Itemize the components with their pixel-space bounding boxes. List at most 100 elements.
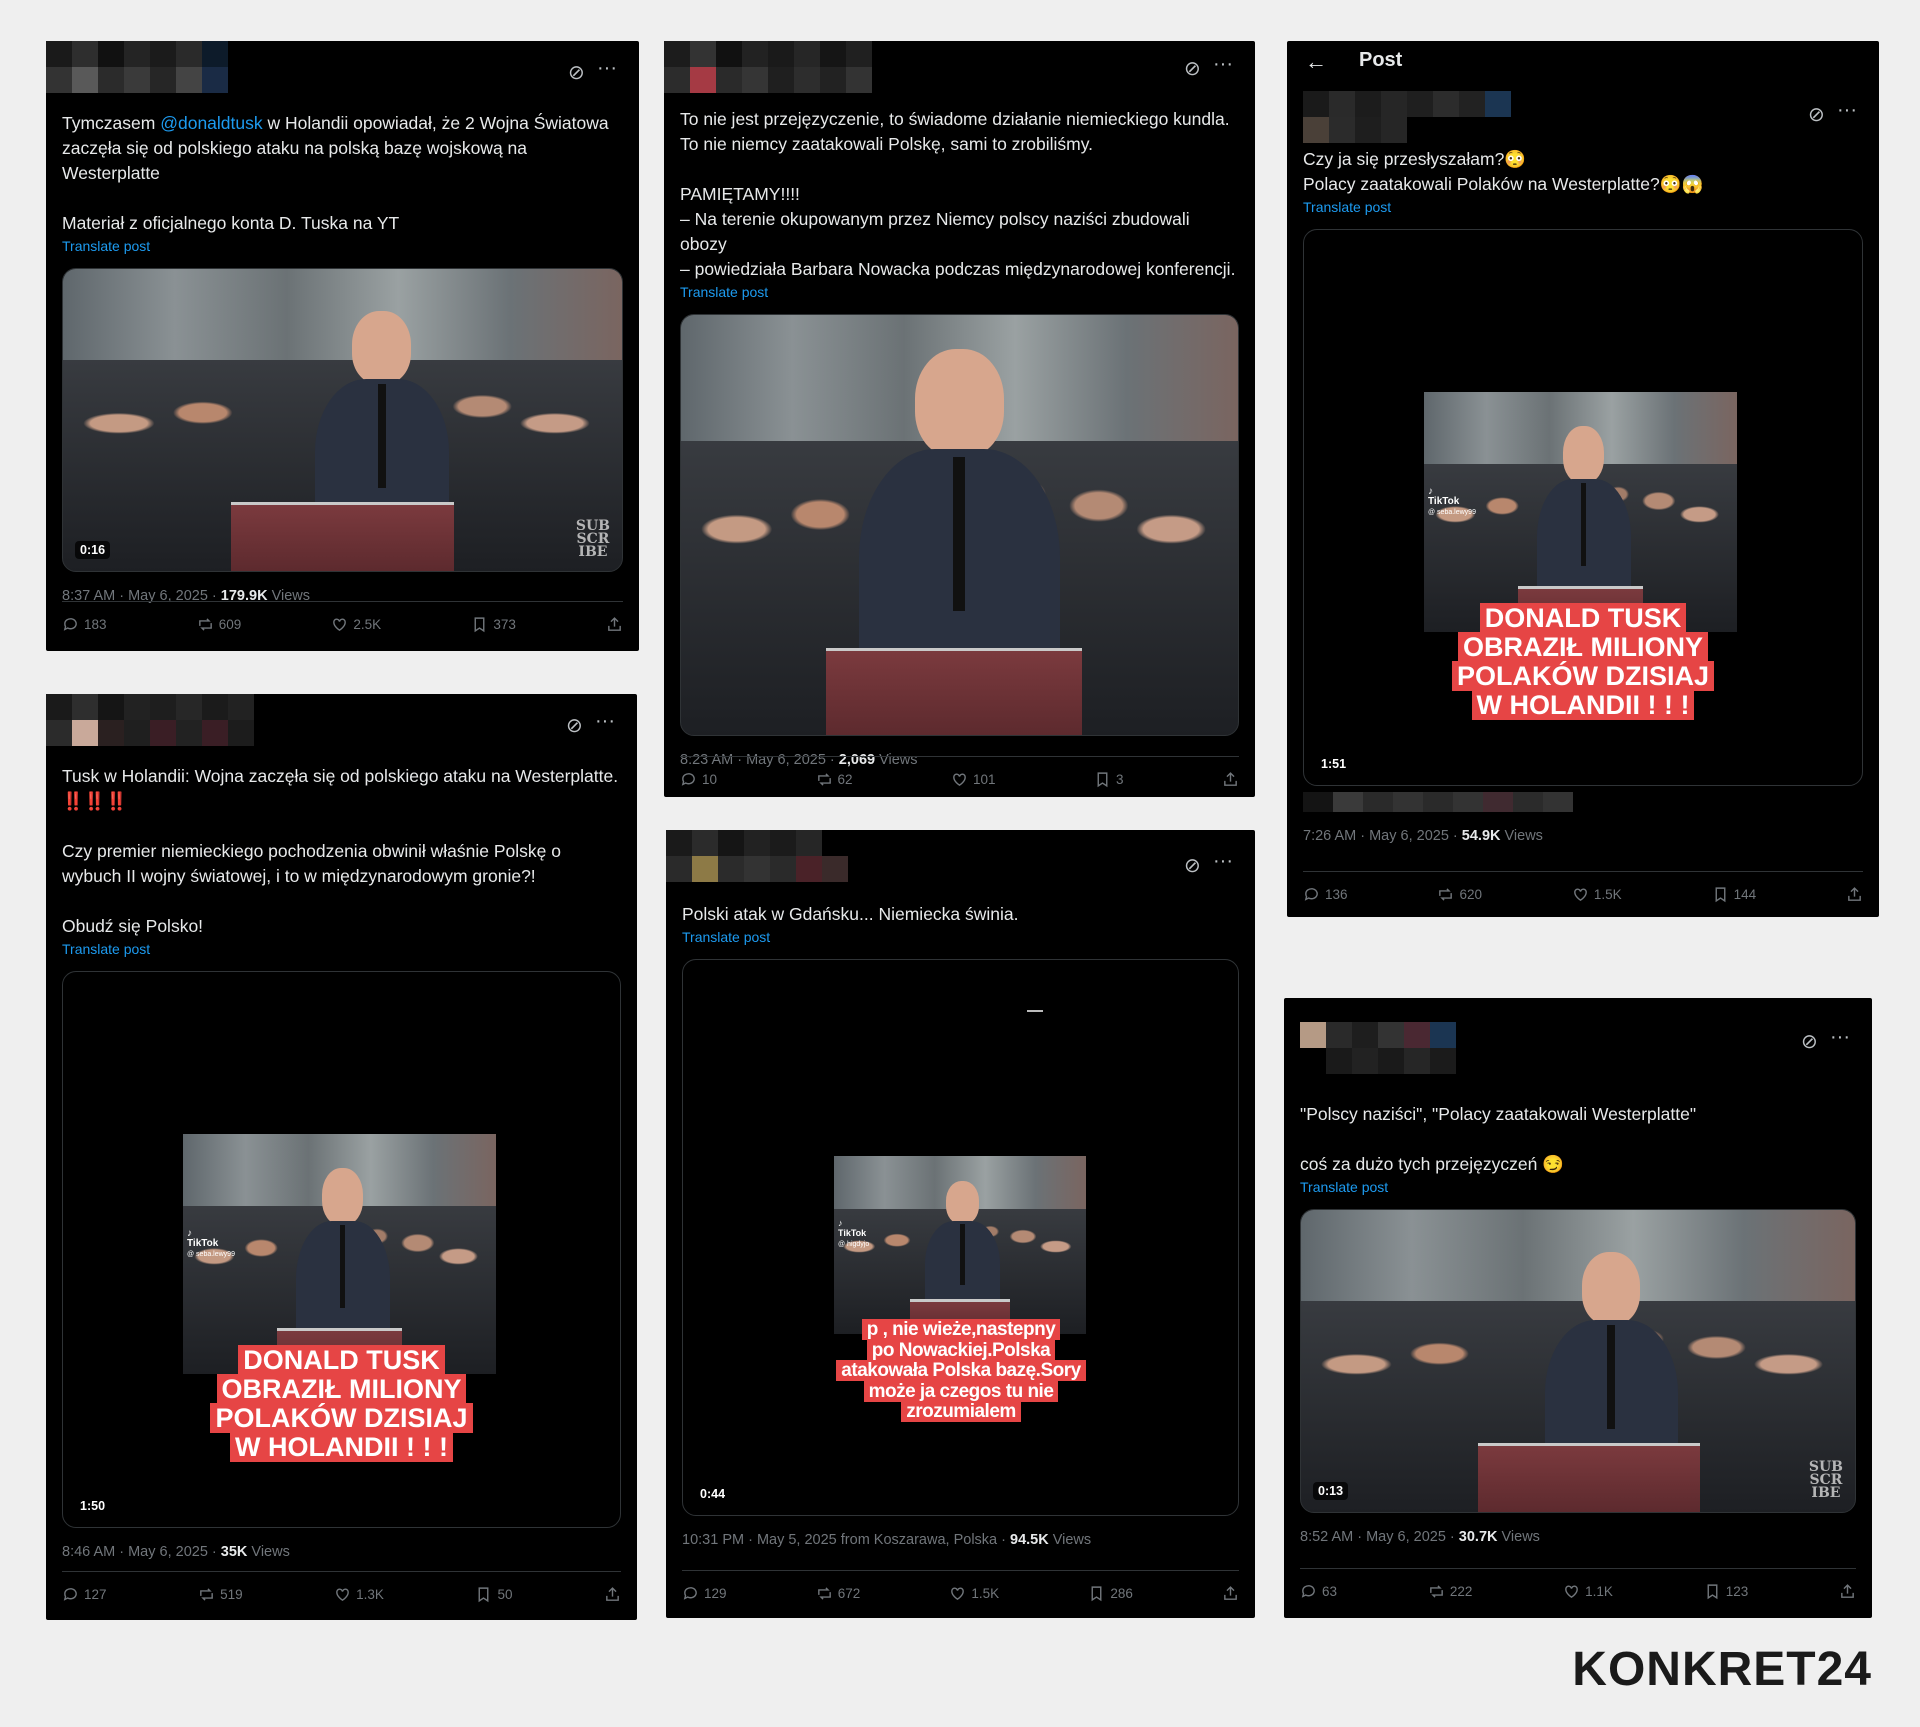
action-bar: 183 609 2.5K 373 (62, 601, 623, 646)
repost-button[interactable]: 672 (816, 1585, 860, 1602)
share-icon (1841, 1583, 1854, 1598)
post-card[interactable]: ⊘ ··· Tymczasem @donaldtusk w Holandii op… (46, 41, 639, 651)
repost-button[interactable]: 620 (1437, 886, 1482, 903)
grok-icon[interactable]: ⊘ (568, 60, 585, 84)
blurred-avatar (664, 41, 872, 67)
grok-icon[interactable]: ⊘ (1184, 56, 1201, 80)
video-thumbnail: ♪ TikTok @ seba.lewy99 (1424, 392, 1737, 632)
repost-button[interactable]: 519 (198, 1586, 243, 1603)
reply-icon (1304, 887, 1318, 901)
heart-icon (953, 772, 966, 786)
grok-icon[interactable]: ⊘ (1801, 1029, 1818, 1053)
heart-icon (336, 1587, 349, 1601)
repost-icon (817, 1586, 831, 1600)
bookmark-icon (1091, 1585, 1102, 1601)
bookmark-button[interactable]: 3 (1094, 771, 1124, 788)
reply-button[interactable]: 129 (682, 1585, 727, 1602)
mention-link[interactable]: @donaldtusk (160, 113, 262, 133)
like-button[interactable]: 2.5K (331, 616, 381, 633)
post-card[interactable]: ⊘ ··· "Polscy naziści", "Polacy zaatakowa… (1284, 998, 1872, 1618)
repost-button[interactable]: 609 (197, 616, 241, 633)
post-timestamp: 8:52 AM · May 6, 2025 · 30.7K Views (1300, 1529, 1540, 1545)
post-text: Czy ja się przesłyszałam?😳 Polacy zaatak… (1303, 149, 1704, 194)
tiktok-icon: ♪ (838, 1218, 843, 1228)
like-button[interactable]: 1.1K (1563, 1583, 1613, 1600)
post-text: To nie jest przejęzyczenie, to świadome … (680, 109, 1236, 279)
video-duration: 1:51 (1316, 755, 1352, 773)
more-icon[interactable]: ··· (1213, 850, 1233, 873)
more-icon[interactable]: ··· (597, 57, 617, 80)
share-button[interactable] (604, 1586, 621, 1603)
reply-button[interactable]: 10 (680, 771, 717, 788)
tiktok-watermark: ♪ TikTok @ seba.lewy99 (187, 1228, 235, 1259)
reply-button[interactable]: 63 (1300, 1583, 1337, 1600)
bookmark-button[interactable]: 50 (475, 1586, 512, 1603)
bookmark-button[interactable]: 373 (471, 616, 516, 633)
video-player[interactable]: ♪ TikTok @ seba.lewy99 DONALD TUSK OBRAZIŁ … (62, 971, 621, 1528)
video-duration: 0:16 (75, 541, 111, 559)
translate-link[interactable]: Translate post (682, 929, 1239, 945)
video-player[interactable]: SUB SCR IBE 0:16 (62, 268, 623, 572)
video-player[interactable] (680, 314, 1239, 736)
grok-icon[interactable]: ⊘ (1184, 853, 1201, 877)
heart-icon (951, 1586, 965, 1600)
post-card[interactable]: ⊘ ··· Tusk w Holandii: Wojna zaczęła się … (46, 694, 637, 1620)
grok-icon[interactable]: ⊘ (1808, 102, 1825, 126)
repost-icon (200, 1587, 213, 1601)
share-button[interactable] (606, 616, 623, 633)
bookmark-button[interactable]: 144 (1712, 886, 1756, 903)
bookmark-icon (1707, 1583, 1718, 1599)
repost-button[interactable]: 222 (1428, 1583, 1472, 1600)
video-progress-indicator (1027, 1010, 1043, 1012)
translate-link[interactable]: Translate post (680, 284, 1239, 300)
post-timestamp: 8:46 AM · May 6, 2025 · 35K Views (62, 1544, 290, 1560)
more-icon[interactable]: ··· (1213, 53, 1233, 76)
share-button[interactable] (1839, 1583, 1856, 1600)
repost-button[interactable]: 62 (816, 771, 853, 788)
more-icon[interactable]: ··· (1830, 1026, 1850, 1049)
reply-icon (63, 1587, 77, 1601)
subscribe-watermark: SUB SCR IBE (1808, 1459, 1843, 1501)
video-player[interactable]: ♪ TikTok @ seba.lewy99 DONALD TUSK OBRAZIŁ … (1303, 229, 1863, 786)
post-header: ⊘ ··· (46, 41, 623, 111)
repost-icon (817, 772, 831, 786)
share-button[interactable] (1222, 1585, 1239, 1602)
more-icon[interactable]: ··· (1837, 99, 1857, 122)
translate-link[interactable]: Translate post (62, 941, 621, 957)
post-card[interactable]: ← Post ⊘ ··· Czy ja się przesłyszałam?😳 P… (1287, 41, 1879, 917)
share-button[interactable] (1222, 771, 1239, 788)
like-button[interactable]: 1.5K (1572, 886, 1622, 903)
more-icon[interactable]: ··· (595, 710, 615, 733)
post-card[interactable]: ⊘ ··· Polski atak w Gdańsku... Niemiecka … (666, 830, 1255, 1618)
heart-icon (333, 617, 347, 631)
grok-icon[interactable]: ⊘ (566, 713, 583, 737)
konkret24-logo: KONKRET24 (1572, 1643, 1872, 1696)
like-button[interactable]: 1.3K (334, 1586, 384, 1603)
blurred-username (664, 67, 872, 93)
post-text: Tusk w Holandii: Wojna zaczęła się od po… (62, 766, 619, 936)
post-text: Polski atak w Gdańsku... Niemiecka świni… (682, 904, 1019, 924)
bookmark-button[interactable]: 123 (1704, 1583, 1748, 1600)
reply-icon (681, 772, 695, 786)
share-icon (1848, 886, 1861, 901)
repost-icon (1429, 1584, 1443, 1598)
video-caption: DONALD TUSK OBRAZIŁ MILIONY POLAKÓW DZISIA… (173, 1345, 510, 1463)
translate-link[interactable]: Translate post (62, 238, 623, 254)
video-player[interactable]: ♪ TikTok @ higdyjo p , nie wieże,nastepny p… (682, 959, 1239, 1516)
action-bar: 10 62 101 3 (680, 756, 1239, 801)
reply-button[interactable]: 183 (62, 616, 107, 633)
reply-button[interactable]: 127 (62, 1586, 107, 1603)
share-button[interactable] (1846, 886, 1863, 903)
reply-button[interactable]: 136 (1303, 886, 1348, 903)
bookmark-icon (1097, 771, 1108, 787)
like-button[interactable]: 101 (951, 771, 996, 788)
post-card[interactable]: ⊘ ··· To nie jest przejęzyczenie, to świa… (664, 41, 1255, 797)
translate-link[interactable]: Translate post (1300, 1179, 1856, 1195)
bookmark-icon (1715, 886, 1726, 902)
like-button[interactable]: 1.5K (949, 1585, 999, 1602)
video-player[interactable]: SUB SCR IBE 0:13 (1300, 1209, 1856, 1513)
repost-icon (198, 617, 212, 631)
video-thumbnail (1301, 1210, 1855, 1512)
bookmark-button[interactable]: 286 (1088, 1585, 1133, 1602)
translate-link[interactable]: Translate post (1303, 199, 1863, 215)
